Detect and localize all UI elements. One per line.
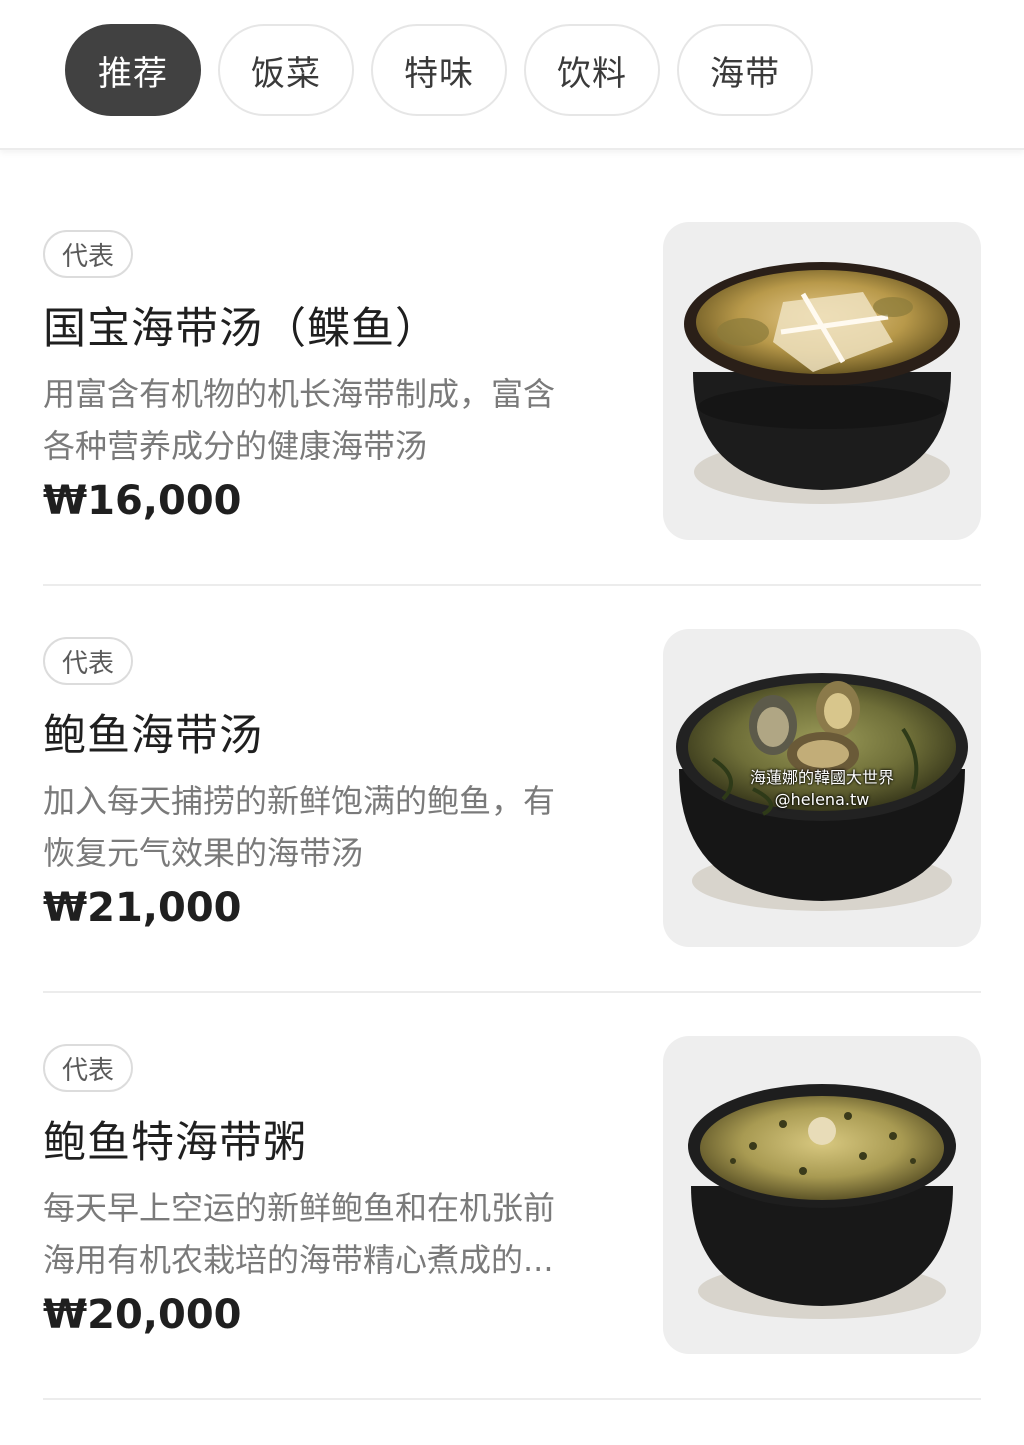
tab-specialties[interactable]: 特味 <box>371 24 507 116</box>
item-divider <box>43 991 981 993</box>
menu-item-price: ₩16,000 <box>43 478 242 524</box>
menu-item-name: 鲍鱼海带汤 <box>43 711 263 761</box>
menu-item-flatfish-seaweed-soup[interactable]: 代表 国宝海带汤（鲽鱼） 用富含有机物的机长海带制成，富含 各种营养成分的健康海… <box>43 222 981 586</box>
description-line-1: 每天早上空运的新鲜鲍鱼和在机张前 <box>43 1189 556 1227</box>
description-line-1: 加入每天捕捞的新鲜饱满的鲍鱼，有 <box>43 782 556 820</box>
menu-item-name: 国宝海带汤（鲽鱼） <box>43 304 439 354</box>
menu-item-price: ₩20,000 <box>43 1292 242 1338</box>
description-line-2: 恢复元气效果的海带汤 <box>43 834 364 872</box>
tab-recommended[interactable]: 推荐 <box>65 24 201 116</box>
abalone-seaweed-soup-photo[interactable]: 海蓮娜的韓國大世界 @helena.tw <box>663 629 981 947</box>
menu-item-description: 加入每天捕捞的新鲜饱满的鲍鱼，有 恢复元气效果的海带汤 <box>43 775 603 879</box>
tab-drinks[interactable]: 饮料 <box>524 24 660 116</box>
menu-item-name: 鲍鱼特海带粥 <box>43 1118 307 1168</box>
signature-badge: 代表 <box>43 1044 133 1092</box>
item-divider <box>43 584 981 586</box>
description-line-2: 各种营养成分的健康海带汤 <box>43 427 428 465</box>
tab-seaweed[interactable]: 海带 <box>677 24 813 116</box>
menu-item-description: 用富含有机物的机长海带制成，富含 各种营养成分的健康海带汤 <box>43 368 603 472</box>
description-line-2: 海用有机农栽培的海带精心煮成的... <box>43 1241 554 1279</box>
menu-item-price: ₩21,000 <box>43 885 242 931</box>
menu-item-abalone-seaweed-porridge[interactable]: 代表 鲍鱼特海带粥 每天早上空运的新鲜鲍鱼和在机张前 海用有机农栽培的海带精心煮… <box>43 1036 981 1400</box>
item-divider <box>43 1398 981 1400</box>
watermark-line-1: 海蓮娜的韓國大世界 <box>749 768 894 787</box>
signature-badge: 代表 <box>43 637 133 685</box>
tab-meals[interactable]: 饭菜 <box>218 24 354 116</box>
category-tab-bar: 推荐 饭菜 特味 饮料 海带 <box>0 0 1024 150</box>
description-line-1: 用富含有机物的机长海带制成，富含 <box>43 375 556 413</box>
abalone-seaweed-porridge-photo[interactable] <box>663 1036 981 1354</box>
photo-watermark: 海蓮娜的韓國大世界 @helena.tw <box>663 767 981 811</box>
menu-item-description: 每天早上空运的新鲜鲍鱼和在机张前 海用有机农栽培的海带精心煮成的... <box>43 1182 603 1286</box>
watermark-line-2: @helena.tw <box>774 790 870 809</box>
seaweed-soup-flatfish-photo[interactable] <box>663 222 981 540</box>
menu-item-abalone-seaweed-soup[interactable]: 代表 鲍鱼海带汤 加入每天捕捞的新鲜饱满的鲍鱼，有 恢复元气效果的海带汤 ₩21… <box>43 629 981 993</box>
signature-badge: 代表 <box>43 230 133 278</box>
